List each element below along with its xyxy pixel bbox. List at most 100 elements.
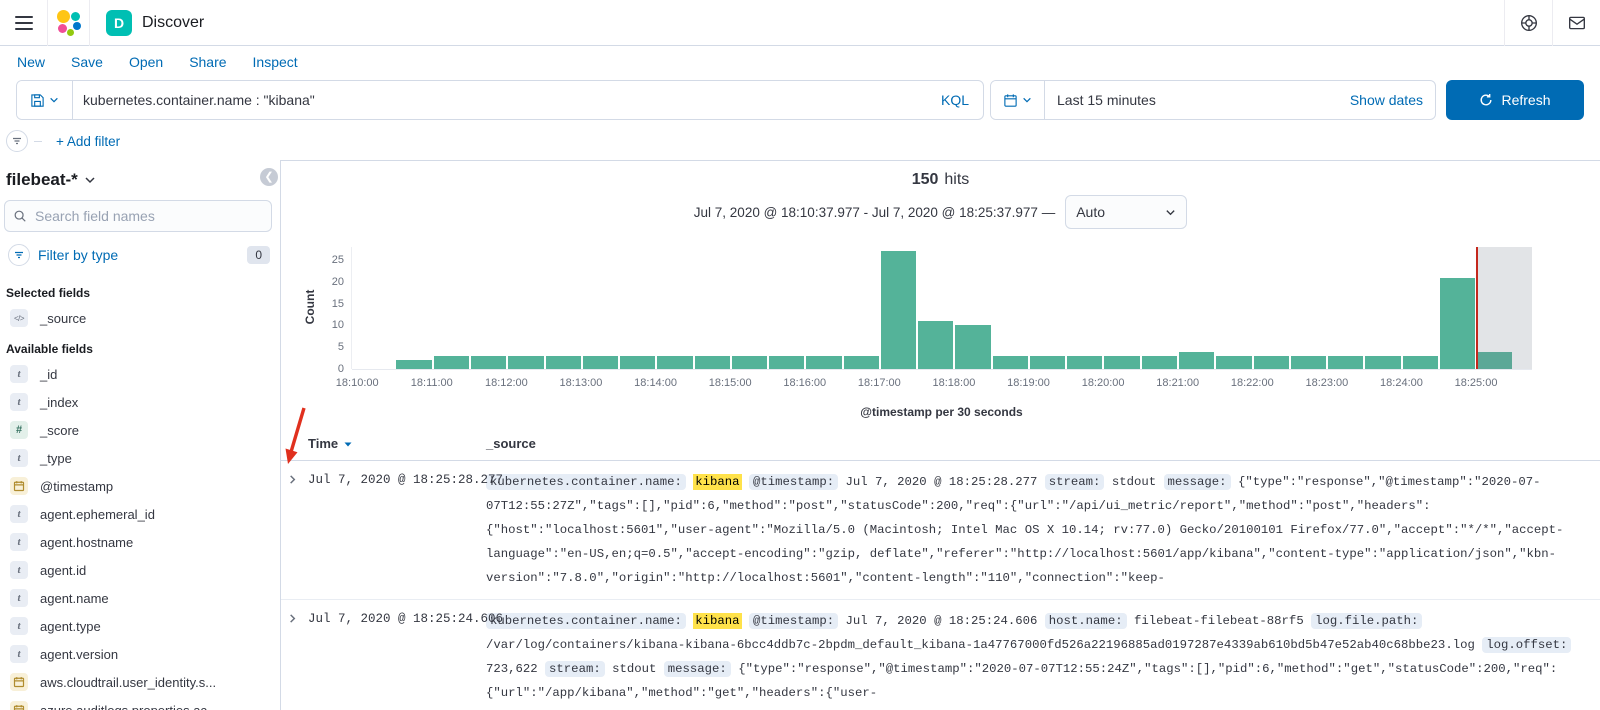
- top-header: D Discover: [0, 0, 1600, 46]
- histogram-bar[interactable]: [620, 355, 656, 369]
- toolbar-link-save[interactable]: Save: [71, 54, 103, 70]
- histogram-bar[interactable]: [843, 355, 879, 369]
- histogram-bar[interactable]: [694, 355, 730, 369]
- histogram-bar[interactable]: [582, 355, 619, 369]
- filter-options-icon[interactable]: [6, 130, 28, 152]
- field-item-@timestamp[interactable]: @timestamp: [4, 472, 272, 500]
- histogram-bar[interactable]: [806, 355, 842, 369]
- histogram-bar[interactable]: [545, 355, 581, 369]
- add-filter-link[interactable]: + Add filter: [56, 134, 120, 149]
- histogram-bar[interactable]: [1216, 355, 1252, 369]
- histogram-bar[interactable]: [1067, 355, 1103, 369]
- field-search-input[interactable]: [35, 208, 235, 224]
- available-fields-heading: Available fields: [6, 342, 93, 356]
- date-field-icon: [10, 673, 28, 691]
- x-tick: 18:11:00: [410, 377, 453, 389]
- toolbar-link-inspect[interactable]: Inspect: [253, 54, 298, 70]
- field-name: _id: [40, 366, 58, 382]
- histogram-bar[interactable]: [918, 321, 954, 369]
- expand-row-button[interactable]: [287, 473, 298, 488]
- field-name: azure.auditlogs.properties.ac...: [40, 702, 218, 710]
- histogram-bar[interactable]: [1402, 355, 1438, 369]
- field-item-_source[interactable]: </> _source: [4, 304, 272, 332]
- string-field-icon: t: [10, 393, 28, 411]
- field-item-agent.type[interactable]: t agent.type: [4, 612, 272, 640]
- toolbar-link-share[interactable]: Share: [189, 54, 226, 70]
- histogram-bar[interactable]: [769, 355, 805, 369]
- histogram-bar[interactable]: [1104, 355, 1140, 369]
- field-item-agent.ephemeral_id[interactable]: t agent.ephemeral_id: [4, 500, 272, 528]
- available-fields-list: t _id t _index # _score t _type @timestamp t agent…: [4, 360, 272, 710]
- x-tick: 18:18:00: [932, 377, 976, 389]
- time-column-header[interactable]: Time: [308, 436, 353, 451]
- histogram-bar[interactable]: [1179, 351, 1215, 369]
- field-search-box[interactable]: [4, 200, 272, 232]
- time-range-display[interactable]: Last 15 minutes Show dates: [1045, 81, 1435, 119]
- histogram-bar[interactable]: [880, 251, 917, 369]
- search-icon: [13, 209, 27, 223]
- saved-query-menu-button[interactable]: [17, 81, 73, 119]
- time-range-label: Last 15 minutes: [1057, 92, 1156, 108]
- filter-by-type-link[interactable]: Filter by type: [38, 247, 239, 263]
- interval-select[interactable]: Auto: [1065, 195, 1188, 229]
- index-pattern-switcher[interactable]: filebeat-*: [6, 170, 78, 190]
- histogram-bar[interactable]: [1029, 355, 1066, 369]
- histogram-bar[interactable]: [731, 355, 768, 369]
- x-tick: 18:23:00: [1305, 377, 1349, 389]
- field-name-badge: stream:: [545, 661, 605, 677]
- field-name: aws.cloudtrail.user_identity.s...: [40, 674, 217, 690]
- histogram-bar[interactable]: [508, 355, 544, 369]
- histogram-bar[interactable]: [396, 360, 432, 369]
- field-item-agent.hostname[interactable]: t agent.hostname: [4, 528, 272, 556]
- highlighted-term: kibana: [693, 474, 742, 490]
- toolbar-link-new[interactable]: New: [17, 54, 45, 70]
- y-tick: 10: [331, 319, 344, 332]
- collapse-sidebar-button[interactable]: ❮: [260, 168, 278, 186]
- hamburger-menu-button[interactable]: [0, 0, 48, 46]
- highlighted-term: kibana: [693, 613, 742, 629]
- string-field-icon: t: [10, 589, 28, 607]
- x-tick: 18:10:00: [335, 377, 379, 389]
- x-tick: 18:16:00: [783, 377, 827, 389]
- histogram-bar[interactable]: [1439, 277, 1476, 369]
- histogram-bar[interactable]: [657, 355, 693, 369]
- query-input[interactable]: kubernetes.container.name : "kibana": [73, 81, 927, 119]
- y-tick: 20: [331, 275, 344, 288]
- field-item-agent.version[interactable]: t agent.version: [4, 640, 272, 668]
- x-tick: 18:24:00: [1380, 377, 1423, 389]
- field-item-_type[interactable]: t _type: [4, 444, 272, 472]
- query-text: kubernetes.container.name : "kibana": [83, 92, 315, 108]
- histogram-bar[interactable]: [471, 355, 507, 369]
- field-item-azure.auditlogs.properties.ac...[interactable]: azure.auditlogs.properties.ac...: [4, 696, 272, 710]
- histogram-bar[interactable]: [1141, 355, 1177, 369]
- expand-row-button[interactable]: [287, 612, 298, 627]
- x-tick: 18:15:00: [708, 377, 752, 389]
- y-tick: 25: [331, 254, 344, 267]
- newsfeed-button[interactable]: [1552, 0, 1600, 46]
- date-picker-button[interactable]: [991, 81, 1045, 119]
- histogram-bar[interactable]: [1290, 355, 1327, 369]
- field-item-_index[interactable]: t _index: [4, 388, 272, 416]
- show-dates-link[interactable]: Show dates: [1350, 92, 1423, 108]
- histogram-bar[interactable]: [1365, 355, 1401, 369]
- field-name-badge: stream:: [1044, 474, 1105, 490]
- histogram-bar[interactable]: [433, 355, 469, 369]
- histogram-bar[interactable]: [1253, 355, 1289, 369]
- refresh-button[interactable]: Refresh: [1446, 80, 1584, 120]
- field-item-aws.cloudtrail.user_identity.s...[interactable]: aws.cloudtrail.user_identity.s...: [4, 668, 272, 696]
- histogram-chart[interactable]: Count 0 5 10 15 20 25: [303, 247, 1532, 375]
- field-item-agent.name[interactable]: t agent.name: [4, 584, 272, 612]
- histogram-bar[interactable]: [1328, 355, 1364, 369]
- histogram-bar[interactable]: [992, 355, 1028, 369]
- field-name-badge: @timestamp:: [748, 613, 839, 629]
- field-item-_id[interactable]: t _id: [4, 360, 272, 388]
- histogram-bar[interactable]: [955, 325, 991, 369]
- chevron-down-icon: [1022, 95, 1032, 105]
- field-item-_score[interactable]: # _score: [4, 416, 272, 444]
- toolbar-link-open[interactable]: Open: [129, 54, 163, 70]
- string-field-icon: t: [10, 561, 28, 579]
- string-field-icon: t: [10, 617, 28, 635]
- help-button[interactable]: [1504, 0, 1552, 46]
- field-item-agent.id[interactable]: t agent.id: [4, 556, 272, 584]
- query-language-button[interactable]: KQL: [927, 81, 983, 119]
